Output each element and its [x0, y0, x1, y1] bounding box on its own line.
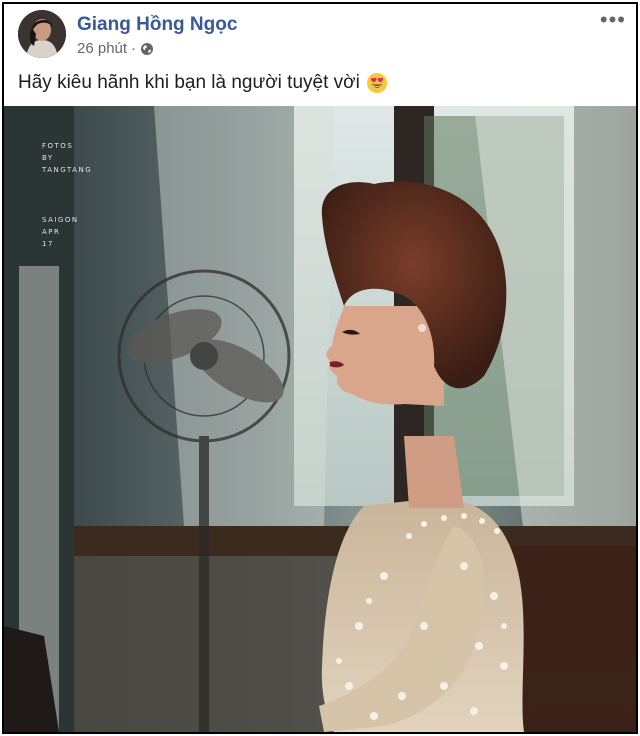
credit-line: BY	[42, 154, 54, 162]
post-caption: Hãy kiêu hãnh khi bạn là người tuyệt vời	[18, 72, 388, 94]
post-meta: 26 phút ·	[77, 40, 154, 57]
avatar[interactable]	[18, 10, 66, 58]
photo-image	[4, 106, 636, 732]
meta-separator: ·	[131, 40, 137, 57]
globe-icon[interactable]	[140, 42, 154, 56]
post-photo[interactable]: FOTOS BY TANGTANG SAIGON APR 17	[4, 106, 636, 732]
photo-place: SAIGON APR 17	[42, 214, 79, 250]
author-name[interactable]: Giang Hồng Ngọc	[77, 14, 237, 36]
facebook-post: Giang Hồng Ngọc 26 phút · ••• Hãy kiêu h…	[2, 2, 638, 734]
photo-credit: FOTOS BY TANGTANG	[42, 140, 92, 176]
credit-line: TANGTANG	[42, 166, 93, 174]
post-time[interactable]: 26 phút	[77, 40, 127, 57]
place-line: APR	[42, 228, 61, 236]
place-line: SAIGON	[42, 216, 79, 224]
post-header: Giang Hồng Ngọc 26 phút · •••	[4, 4, 636, 64]
caption-text: Hãy kiêu hãnh khi bạn là người tuyệt vời	[18, 72, 360, 93]
credit-line: FOTOS	[42, 142, 74, 150]
place-line: 17	[42, 240, 54, 248]
more-options-icon[interactable]: •••	[600, 9, 626, 31]
heart-eyes-emoji-icon	[366, 72, 388, 94]
